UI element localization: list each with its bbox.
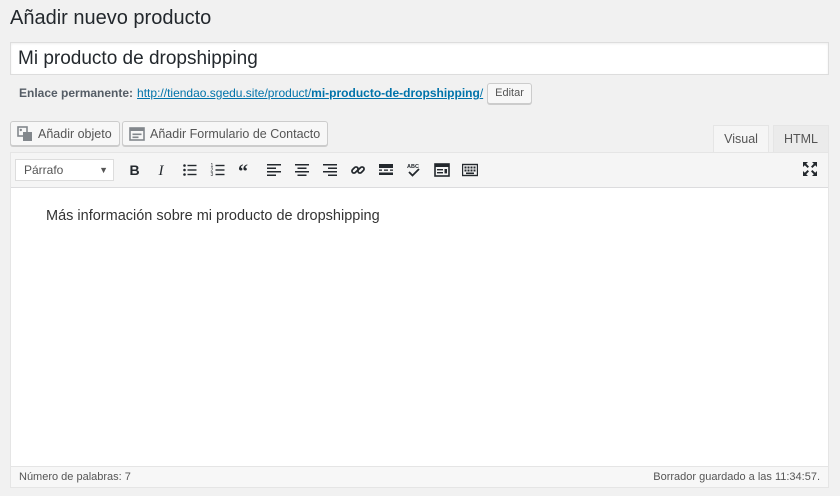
read-more-icon bbox=[379, 164, 393, 175]
fullscreen-button[interactable] bbox=[802, 161, 820, 179]
permalink-row: Enlace permanente: http://tiendao.sgedu.… bbox=[19, 82, 532, 104]
toolbar-toggle-icon bbox=[434, 163, 450, 177]
align-right-icon bbox=[323, 164, 337, 176]
toolbar-toggle-button[interactable] bbox=[428, 156, 456, 184]
italic-icon: I bbox=[158, 163, 165, 178]
blockquote-button[interactable]: “ bbox=[232, 156, 260, 184]
format-select[interactable]: Párrafo ▼ bbox=[15, 159, 114, 181]
post-title-input[interactable] bbox=[11, 43, 828, 74]
numbered-list-button[interactable]: 123 bbox=[204, 156, 232, 184]
bullet-list-button[interactable] bbox=[176, 156, 204, 184]
tab-html[interactable]: HTML bbox=[772, 125, 829, 152]
italic-button[interactable]: I bbox=[148, 156, 176, 184]
content-paragraph: Más información sobre mi producto de dro… bbox=[46, 208, 380, 224]
add-media-label: Añadir objeto bbox=[38, 126, 112, 141]
svg-text:“: “ bbox=[238, 162, 248, 178]
insert-link-button[interactable] bbox=[344, 156, 372, 184]
align-center-button[interactable] bbox=[288, 156, 316, 184]
editor-content[interactable]: Más información sobre mi producto de dro… bbox=[11, 188, 828, 467]
svg-text:B: B bbox=[130, 162, 140, 178]
align-left-icon bbox=[267, 164, 281, 176]
form-icon bbox=[129, 126, 145, 142]
editor-tabs: Visual HTML bbox=[709, 125, 829, 152]
fullscreen-icon bbox=[803, 162, 817, 176]
permalink-link[interactable]: http://tiendao.sgedu.site/product/mi-pro… bbox=[137, 86, 483, 100]
editor-statusbar: Número de palabras: 7 Borrador guardado … bbox=[11, 466, 828, 487]
add-media-button[interactable]: Añadir objeto bbox=[10, 121, 120, 146]
editor-toolbar: Párrafo ▼ B I 123 “ ABC bbox=[11, 153, 828, 188]
page-title: Añadir nuevo producto bbox=[10, 7, 212, 29]
bold-icon: B bbox=[130, 162, 140, 178]
spellcheck-button[interactable]: ABC bbox=[400, 156, 428, 184]
bullet-list-icon bbox=[183, 164, 197, 176]
media-add-icon bbox=[17, 125, 33, 142]
edit-permalink-button[interactable]: Editar bbox=[487, 82, 532, 104]
svg-text:3: 3 bbox=[211, 172, 214, 178]
keyboard-icon bbox=[462, 163, 478, 177]
tab-visual[interactable]: Visual bbox=[713, 125, 769, 152]
align-center-icon bbox=[295, 164, 309, 176]
link-icon bbox=[351, 166, 365, 174]
svg-text:ABC: ABC bbox=[407, 164, 419, 170]
permalink-base: http://tiendao.sgedu.site/product/ bbox=[137, 86, 312, 100]
align-left-button[interactable] bbox=[260, 156, 288, 184]
read-more-button[interactable] bbox=[372, 156, 400, 184]
post-title-field[interactable] bbox=[10, 42, 829, 75]
keyboard-shortcuts-button[interactable] bbox=[456, 156, 484, 184]
chevron-down-icon: ▼ bbox=[99, 165, 108, 175]
bold-button[interactable]: B bbox=[120, 156, 148, 184]
svg-text:I: I bbox=[158, 163, 165, 178]
draft-saved-status: Borrador guardado a las 11:34:57. bbox=[653, 471, 820, 483]
permalink-label: Enlace permanente: bbox=[19, 86, 134, 100]
blockquote-icon: “ bbox=[238, 162, 248, 178]
permalink-trail: / bbox=[479, 86, 484, 100]
spellcheck-icon: ABC bbox=[407, 164, 420, 177]
add-contact-form-button[interactable]: Añadir Formulario de Contacto bbox=[122, 121, 329, 146]
word-count: Número de palabras: 7 bbox=[19, 471, 131, 483]
numbered-list-icon: 123 bbox=[211, 163, 225, 178]
content-editor: Párrafo ▼ B I 123 “ ABC Más información … bbox=[10, 152, 829, 488]
permalink-slug: mi-producto-de-dropshipping bbox=[311, 86, 480, 100]
format-select-value: Párrafo bbox=[24, 163, 64, 177]
add-contact-form-label: Añadir Formulario de Contacto bbox=[150, 126, 321, 141]
align-right-button[interactable] bbox=[316, 156, 344, 184]
